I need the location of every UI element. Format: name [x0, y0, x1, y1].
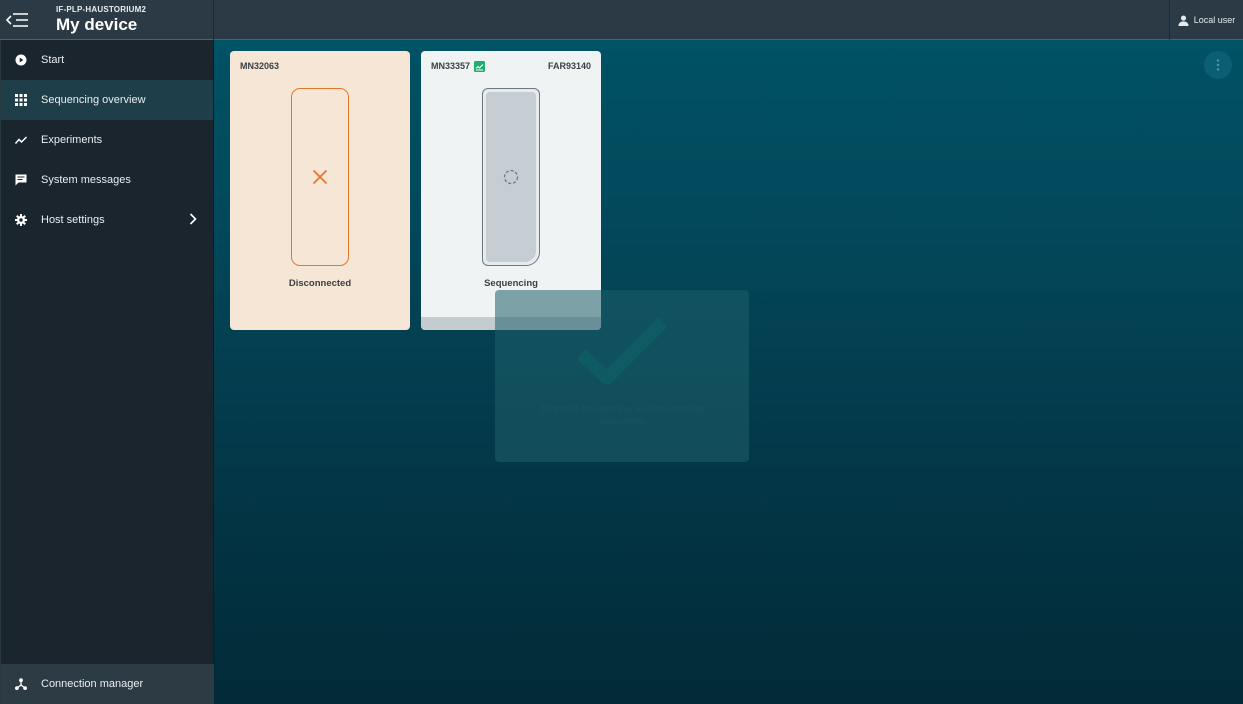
- sidebar-item-label: Sequencing overview: [41, 94, 146, 106]
- collapse-menu-button[interactable]: [0, 0, 34, 40]
- sidebar-item-label: System messages: [41, 174, 131, 186]
- sidebar-item-start[interactable]: Start: [1, 40, 213, 80]
- checkmark-icon: [578, 318, 666, 384]
- position-name: MN32063: [240, 61, 280, 71]
- sidebar-item-label: Host settings: [41, 214, 105, 226]
- loading-spinner-icon: [503, 169, 519, 185]
- more-vert-icon: [1216, 59, 1220, 71]
- position-name: MN33357: [431, 61, 471, 71]
- position-status: Disconnected: [288, 278, 352, 289]
- more-options-button[interactable]: [1204, 51, 1232, 79]
- header-titles: IF-PLP-HAUSTORIUM2 My device: [56, 5, 146, 35]
- gear-icon: [15, 214, 27, 226]
- play-circle-icon: [15, 54, 27, 66]
- message-icon: [15, 174, 27, 186]
- sidebar-item-label: Experiments: [41, 134, 103, 146]
- position-card-header: MN32063: [240, 60, 400, 72]
- main-content: MN32063 Disconnected MN33357 FAR93140 Se…: [214, 40, 1243, 704]
- connection-manager-button[interactable]: Connection manager: [1, 664, 214, 704]
- menu-collapse-icon: [5, 12, 28, 27]
- chevron-right-icon: [189, 213, 197, 228]
- user-menu-button[interactable]: Local user: [1169, 0, 1243, 40]
- topbar-divider: [213, 0, 214, 40]
- user-label: Local user: [1193, 15, 1236, 25]
- flow-cell-id: FAR93140: [547, 61, 591, 71]
- position-card-mn32063[interactable]: MN32063 Disconnected: [230, 51, 410, 330]
- connection-manager-label: Connection manager: [41, 678, 144, 690]
- page-title: My device: [56, 14, 138, 34]
- top-bar: IF-PLP-HAUSTORIUM2 My device Local user: [0, 0, 1243, 40]
- grid-icon: [15, 94, 27, 106]
- close-icon: [312, 169, 328, 185]
- toast-message: Started! Navigating to Sequencing overvi…: [540, 404, 704, 427]
- success-toast: Started! Navigating to Sequencing overvi…: [495, 290, 749, 462]
- flow-cell-slot: [291, 88, 349, 266]
- sidebar-item-sequencing-overview[interactable]: Sequencing overview: [1, 80, 213, 120]
- position-card-mn33357[interactable]: MN33357 FAR93140 Sequencing: [421, 51, 601, 330]
- sidebar-item-label: Start: [41, 54, 65, 66]
- sidebar-item-experiments[interactable]: Experiments: [1, 120, 213, 160]
- sidebar-item-system-messages[interactable]: System messages: [1, 160, 213, 200]
- trend-line-icon: [15, 134, 27, 146]
- user-icon: [1178, 14, 1189, 26]
- flow-cell-slot: [482, 88, 540, 266]
- sequencing-status-icon: [474, 60, 486, 72]
- sidebar-item-host-settings[interactable]: Host settings: [1, 200, 213, 240]
- host-name: IF-PLP-HAUSTORIUM2: [56, 4, 147, 14]
- flow-cell-body: [486, 92, 536, 262]
- sidebar: Start Sequencing overview Experiments Sy…: [0, 40, 214, 704]
- position-card-header: MN33357 FAR93140: [431, 60, 591, 72]
- position-status: Sequencing: [484, 278, 538, 289]
- network-icon: [15, 678, 27, 690]
